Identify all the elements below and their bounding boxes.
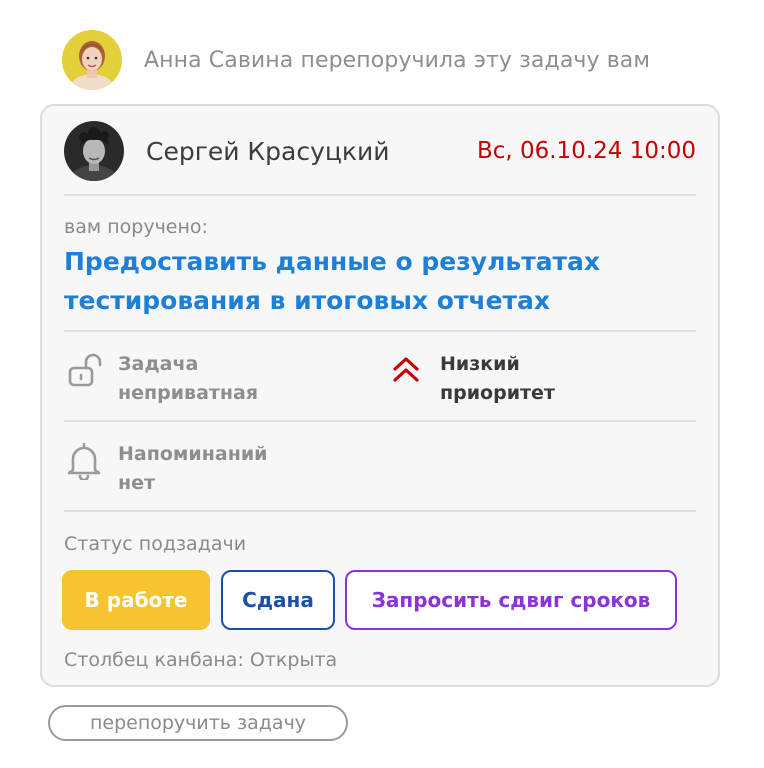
privacy-line1: Задача (118, 353, 199, 375)
due-date: Вс, 06.10.24 10:00 (476, 138, 696, 164)
assignee-row: Сергей Красуцкий Вс, 06.10.24 10:00 (64, 120, 696, 182)
in-work-button[interactable]: В работе (62, 570, 210, 630)
unlock-icon (64, 350, 104, 390)
reassign-notice-text: Анна Савина перепоручила эту задачу вам (144, 47, 651, 73)
done-button[interactable]: Сдана (221, 570, 335, 630)
assignee-avatar (64, 121, 124, 181)
reminders-attribute: Напоминаний нет (64, 440, 267, 498)
priority-line1: Низкий (440, 353, 520, 375)
divider (64, 194, 696, 196)
kanban-column: Столбец канбана: Открыта (64, 649, 338, 671)
priority-attribute: Низкий приоритет (386, 350, 555, 408)
divider (64, 330, 696, 332)
chevrons-up-icon (386, 350, 426, 390)
avatar (62, 30, 122, 90)
task-title[interactable]: Предоставить данные о результатах тестир… (64, 242, 664, 320)
reassign-task-button[interactable]: перепоручить задачу (48, 705, 348, 741)
task-card: Сергей Красуцкий Вс, 06.10.24 10:00 вам … (40, 104, 720, 687)
privacy-attribute: Задача неприватная (64, 350, 258, 408)
request-deadline-shift-button[interactable]: Запросить сдвиг сроков (345, 570, 677, 630)
subtask-status-label: Статус подзадачи (64, 533, 247, 555)
privacy-line2: неприватная (118, 382, 259, 404)
reminders-line1: Напоминаний (118, 443, 268, 465)
divider (64, 420, 696, 422)
divider (64, 510, 696, 512)
assignee-name: Сергей Красуцкий (146, 136, 390, 166)
reminders-line2: нет (118, 472, 156, 494)
task-notification-page: Анна Савина перепоручила эту задачу вам … (0, 0, 764, 768)
reassign-notice: Анна Савина перепоручила эту задачу вам (62, 30, 650, 90)
priority-line2: приоритет (440, 382, 555, 404)
assigned-label: вам поручено: (64, 216, 208, 238)
bell-icon (64, 440, 104, 480)
